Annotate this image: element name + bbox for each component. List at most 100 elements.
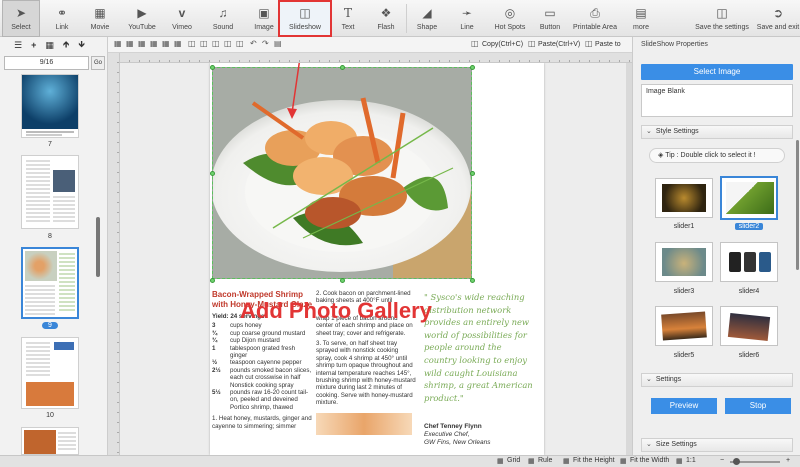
group-icon[interactable]: ◫ (200, 39, 208, 48)
hot-spots-tool-button[interactable]: ◎ Hot Spots (488, 0, 532, 37)
redo-icon[interactable]: ↷ (262, 39, 269, 48)
list-icon[interactable]: ☰ (14, 40, 22, 51)
grid-icon: ▦ (497, 458, 504, 465)
editor-canvas[interactable]: Bacon-Wrapped Shrimp with Honey-Mustard … (120, 63, 626, 455)
paste-button[interactable]: Paste(Ctrl+V) (538, 41, 580, 48)
sound-tool-button[interactable]: ♫ Sound (206, 0, 240, 37)
line-tool-button[interactable]: ➛ Line (452, 0, 482, 37)
zoom-slider-knob[interactable] (733, 458, 740, 465)
more-icon: ▤ (635, 5, 647, 20)
page-thumbnail-7[interactable] (21, 74, 79, 138)
size-settings-header[interactable]: ⌄ Size Settings (641, 438, 793, 452)
copy-button[interactable]: Copy(Ctrl+C) (482, 41, 523, 48)
save-settings-button[interactable]: ◫ Save the settings (690, 0, 754, 37)
vertical-ruler (108, 53, 120, 455)
fit-height-button[interactable]: Fit the Height (573, 457, 615, 464)
image-list-field[interactable]: Image Blank (641, 84, 793, 117)
thumbnail-image (53, 170, 75, 192)
save-and-exit-button[interactable]: ➲ Save and exit (756, 0, 800, 37)
page-thumbnail-8[interactable] (21, 155, 79, 229)
delete-icon[interactable]: ▤ (274, 39, 282, 48)
slider-preview-image (662, 184, 706, 212)
align-center-icon[interactable]: ▦ (126, 39, 134, 48)
movie-tool-button[interactable]: ▦ Movie (84, 0, 116, 37)
main-toolbar: ➤ Select ⚭ Link ▦ Movie ▶ YouTube v Vime… (0, 0, 800, 37)
shape-tool-button[interactable]: ◢ Shape (412, 0, 442, 37)
move-up-icon[interactable]: 🡹 (63, 37, 69, 53)
align-right-icon[interactable]: ▦ (138, 39, 146, 48)
add-page-icon[interactable]: + (31, 40, 36, 50)
button-tool-button[interactable]: ▭ Button (534, 0, 566, 37)
thumbnail-text-line (26, 131, 74, 133)
insert-page-icon[interactable]: ▦ (45, 40, 54, 51)
pages-panel: ☰ + ▦ 🡹 🡻 9/16 Go 7 8 9 10 (0, 37, 108, 455)
slider-style-label: slider6 (738, 352, 760, 359)
move-down-icon[interactable]: 🡻 (78, 37, 84, 53)
fit-width-icon: ▦ (620, 458, 627, 465)
annotation-arrow (287, 63, 300, 119)
youtube-icon: ▶ (137, 5, 147, 20)
panel-title: SlideShow Properties (641, 41, 708, 48)
tip-message: ◈ Tip : Double click to select it ! (649, 148, 785, 163)
rule-toggle[interactable]: Rule (538, 457, 552, 464)
shape-icon: ◢ (422, 5, 432, 20)
preview-button[interactable]: Preview (651, 398, 717, 414)
align-left-icon[interactable]: ▦ (114, 39, 122, 48)
slider-style-6[interactable] (720, 306, 778, 346)
flash-tool-button[interactable]: ❖ Flash (370, 0, 402, 37)
lock-icon[interactable]: ◫ (236, 39, 244, 48)
grid-toggle[interactable]: Grid (507, 457, 520, 464)
youtube-tool-button[interactable]: ▶ YouTube (122, 0, 162, 37)
go-button[interactable]: Go (91, 56, 105, 70)
zoom-in-icon[interactable]: + (786, 457, 790, 464)
settings-header[interactable]: ⌄ Settings (641, 373, 793, 387)
slider-style-5[interactable] (655, 306, 713, 346)
bring-forward-icon[interactable]: ◫ (212, 39, 220, 48)
distribute-icon[interactable]: ◫ (188, 39, 196, 48)
slider-style-1[interactable] (655, 178, 713, 218)
pages-scrollbar[interactable] (96, 217, 100, 277)
paste-to-button[interactable]: Paste to (595, 41, 621, 48)
page-thumbnail-9[interactable] (21, 247, 79, 319)
link-tool-button[interactable]: ⚭ Link (46, 0, 78, 37)
slider-style-4[interactable] (720, 242, 778, 282)
send-backward-icon[interactable]: ◫ (224, 39, 232, 48)
toolbar-separator (406, 4, 407, 33)
undo-icon[interactable]: ↶ (250, 39, 257, 48)
page-thumbnail-10[interactable] (21, 337, 79, 409)
paste-to-icon: ◫ (585, 39, 593, 48)
text-icon: T (343, 5, 352, 20)
vimeo-tool-button[interactable]: v Vimeo (166, 0, 198, 37)
align-top-icon[interactable]: ▦ (150, 39, 158, 48)
slider-style-2[interactable] (720, 176, 778, 220)
fit-width-button[interactable]: Fit the Width (630, 457, 669, 464)
edit-toolbar: ▦ ▦ ▦ ▦ ▦ ▦ ◫ ◫ ◫ ◫ ◫ ↶ ↷ ▤ ◫ Copy(Ctrl+… (108, 37, 632, 53)
stop-button[interactable]: Stop (725, 398, 791, 414)
printer-icon: ⎙ (590, 5, 600, 20)
page-thumbnail-11[interactable] (21, 427, 79, 455)
slider-preview-device (729, 252, 741, 272)
page-number-input[interactable]: 9/16 (4, 56, 89, 70)
align-middle-icon[interactable]: ▦ (162, 39, 170, 48)
slider-style-3[interactable] (655, 242, 713, 282)
slideshow-tool-button[interactable]: ◫ Slideshow (278, 0, 332, 37)
chevron-down-icon: ⌄ (646, 376, 652, 383)
properties-scrollbar[interactable] (796, 140, 799, 270)
thumbnail-text-block (59, 253, 75, 313)
select-image-button[interactable]: Select Image (641, 64, 793, 80)
slideshow-properties-panel: SlideShow Properties Select Image Image … (632, 37, 800, 455)
text-tool-button[interactable]: T Text (334, 0, 362, 37)
select-tool-button[interactable]: ➤ Select (2, 0, 40, 37)
align-bottom-icon[interactable]: ▦ (174, 39, 182, 48)
zoom-out-icon[interactable]: − (720, 457, 724, 464)
image-tool-button[interactable]: ▣ Image (248, 0, 280, 37)
page-thumbnail-label: 8 (48, 233, 52, 240)
style-settings-header[interactable]: ⌄ Style Settings (641, 125, 793, 139)
slider-preview-image (727, 312, 771, 342)
printable-area-tool-button[interactable]: ⎙ Printable Area (570, 0, 620, 37)
exit-icon: ➲ (772, 5, 784, 20)
zoom-actual-size[interactable]: 1:1 (686, 457, 696, 464)
more-tool-button[interactable]: ▤ more (626, 0, 656, 37)
slider-preview-image (726, 182, 774, 214)
zoom-slider[interactable] (730, 458, 780, 465)
